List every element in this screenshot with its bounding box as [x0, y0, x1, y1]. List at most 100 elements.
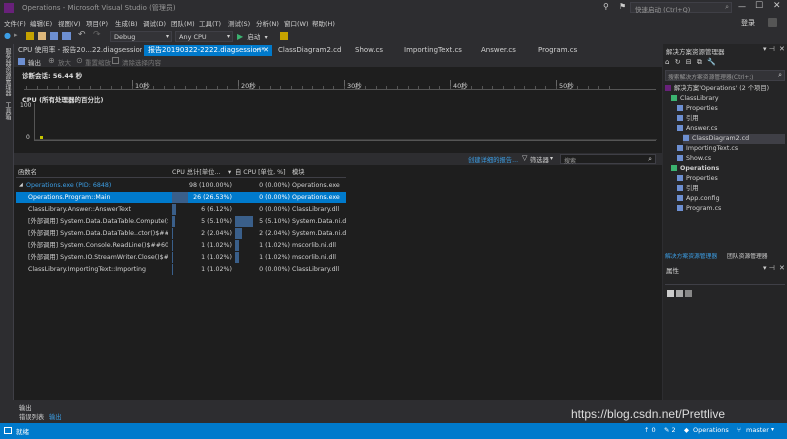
- menu-item[interactable]: 帮助(H): [312, 18, 335, 28]
- menu-item[interactable]: 工具(T): [199, 18, 221, 28]
- reset-zoom-icon[interactable]: ⊙: [76, 56, 83, 65]
- back-icon[interactable]: ●: [4, 31, 11, 40]
- show-all-icon[interactable]: ⧉: [697, 58, 702, 66]
- tab-close-icon[interactable]: ⊣ ✕: [255, 45, 269, 56]
- tree-item[interactable]: ClassLibrary: [671, 94, 785, 104]
- tree-item[interactable]: 引用: [677, 114, 785, 124]
- tree-item[interactable]: Properties: [677, 104, 785, 114]
- table-row[interactable]: ClassLibrary.ImportingText::Importing 1 (…: [16, 264, 346, 275]
- clear-selection-button[interactable]: 清除选择内容: [122, 57, 161, 67]
- undo-icon[interactable]: ↶: [78, 30, 86, 40]
- menu-item[interactable]: 窗口(W): [284, 18, 309, 28]
- save-all-icon[interactable]: [62, 32, 71, 40]
- property-pages-icon[interactable]: [685, 289, 693, 297]
- table-row[interactable]: [外部调用] System.IO.StreamWriter.Close()$#.…: [16, 252, 346, 263]
- timeline-ruler[interactable]: 10秒20秒30秒40秒50秒: [24, 80, 656, 90]
- new-project-icon[interactable]: [26, 32, 34, 40]
- tab-output[interactable]: 输出: [49, 412, 62, 421]
- filter-icon[interactable]: ⚲: [603, 2, 609, 11]
- properties-object-select[interactable]: [665, 276, 785, 285]
- properties-close-icon[interactable]: ✕: [779, 264, 785, 272]
- tab-document[interactable]: CPU 使用率 - 报告20...22.diagsession: [14, 45, 142, 56]
- menu-item[interactable]: 调试(D): [143, 18, 166, 28]
- panel-close-icon[interactable]: ✕: [779, 45, 785, 53]
- tab-error-list[interactable]: 错误列表: [19, 412, 44, 421]
- maximize-button[interactable]: ☐: [755, 1, 763, 11]
- filter-button[interactable]: 筛选器: [530, 155, 549, 164]
- menu-item[interactable]: 生成(B): [115, 18, 138, 28]
- server-explorer-tab[interactable]: 服务器资源管理器: [3, 48, 12, 96]
- pencil-icon[interactable]: ✎ 2: [664, 426, 676, 434]
- redo-icon[interactable]: ↷: [93, 30, 101, 40]
- notification-flag-icon[interactable]: ⚑: [619, 2, 626, 11]
- table-row[interactable]: [外部调用] System.Console.ReadLine()$##600..…: [16, 240, 346, 251]
- tree-item[interactable]: 引用: [677, 184, 785, 194]
- menu-item[interactable]: 分析(N): [256, 18, 279, 28]
- up-arrow-icon[interactable]: ↑ 0: [644, 426, 656, 434]
- minimize-button[interactable]: —: [738, 2, 746, 11]
- refresh-icon[interactable]: ↻: [675, 58, 681, 66]
- tree-item[interactable]: App.config: [677, 194, 785, 204]
- clear-selection-icon[interactable]: [112, 57, 119, 64]
- filter-icon[interactable]: ▽: [522, 154, 527, 162]
- tree-item[interactable]: Properties: [677, 174, 785, 184]
- menu-item[interactable]: 项目(P): [86, 18, 108, 28]
- create-report-link[interactable]: 创建详细的报告...: [468, 155, 518, 164]
- categorized-icon[interactable]: [667, 289, 674, 297]
- menu-item[interactable]: 文件(F): [4, 18, 26, 28]
- status-project[interactable]: Operations: [693, 426, 729, 434]
- table-row[interactable]: ◢ Operations.exe (PID: 6848) 98 (100.00%) 0…: [16, 180, 346, 191]
- config-select[interactable]: Debug ▾: [110, 31, 172, 42]
- repo-icon[interactable]: ◆: [684, 426, 689, 434]
- save-icon[interactable]: [50, 32, 58, 40]
- properties-icon[interactable]: 🔧: [707, 58, 716, 66]
- alphabetical-icon[interactable]: [676, 289, 684, 297]
- reset-zoom-button[interactable]: 重置缩放: [85, 57, 111, 67]
- tab-document[interactable]: Program.cs: [534, 45, 586, 56]
- header-module[interactable]: 模块: [292, 167, 346, 178]
- solution-search-input[interactable]: 搜索解决方案资源管理器(Ctrl+;) ⌕: [665, 70, 785, 81]
- menu-item[interactable]: 视图(V): [58, 18, 81, 28]
- toolbar-extra-icon[interactable]: [280, 32, 288, 40]
- header-cpu-total[interactable]: CPU 总计[单位...: [172, 167, 228, 178]
- tree-item[interactable]: Program.cs: [677, 204, 785, 214]
- user-avatar-icon[interactable]: [768, 18, 777, 27]
- properties-pin-icon[interactable]: ▾ ⊣: [763, 264, 775, 272]
- output-button[interactable]: 输出: [28, 57, 41, 67]
- tree-item[interactable]: ImportingText.cs: [677, 144, 785, 154]
- toolbox-tab[interactable]: 工具箱: [3, 102, 12, 120]
- start-button[interactable]: ▶ 启动 ▾: [237, 31, 268, 42]
- login-link[interactable]: 登录: [741, 18, 755, 28]
- pin-icon[interactable]: ▾ ⊣: [763, 45, 775, 53]
- menu-item[interactable]: 测试(S): [228, 18, 250, 28]
- home-icon[interactable]: ⌂: [665, 58, 669, 66]
- search-input[interactable]: 搜索 ⌕: [560, 154, 656, 165]
- status-branch[interactable]: master: [746, 426, 769, 434]
- tab-team-explorer[interactable]: 团队资源管理器: [727, 251, 768, 260]
- output-icon[interactable]: [18, 58, 25, 65]
- tab-document[interactable]: Show.cs: [351, 45, 398, 56]
- tab-document[interactable]: Answer.cs: [477, 45, 532, 56]
- platform-select[interactable]: Any CPU ▾: [175, 31, 233, 42]
- menu-item[interactable]: 团队(M): [171, 18, 195, 28]
- header-self-cpu[interactable]: 自 CPU [单位, %]: [235, 167, 291, 178]
- close-button[interactable]: ✕: [773, 1, 781, 11]
- tree-item[interactable]: 解决方案'Operations' (2 个项目): [665, 84, 785, 94]
- tab-document[interactable]: ImportingText.cs: [400, 45, 475, 56]
- quick-launch-input[interactable]: 快速启动 (Ctrl+Q) ⌕: [630, 2, 732, 14]
- collapse-icon[interactable]: ⊟: [686, 58, 692, 66]
- header-function[interactable]: 函数名: [18, 167, 168, 178]
- table-row[interactable]: [外部调用] System.Data.DataTable..ctor()$##6…: [16, 228, 346, 239]
- zoom-in-button[interactable]: 放大: [58, 57, 71, 67]
- tab-solution-explorer[interactable]: 解决方案资源管理器: [665, 251, 717, 260]
- tree-item[interactable]: Answer.cs: [677, 124, 785, 134]
- branch-icon[interactable]: ⑂: [737, 426, 741, 434]
- tab-document[interactable]: 报告20190322-2222.diagsession* ⊣ ✕: [144, 45, 272, 56]
- tree-item[interactable]: Show.cs: [677, 154, 785, 164]
- zoom-in-icon[interactable]: ⊕: [48, 56, 55, 65]
- table-row[interactable]: [外部调用] System.Data.DataTable.Compute(S..…: [16, 216, 346, 227]
- table-row[interactable]: Operations.Program::Main 26 (26.53%) 0 (0.…: [16, 192, 346, 203]
- expand-triangle-icon[interactable]: ◢: [19, 180, 23, 191]
- tab-document[interactable]: ClassDiagram2.cd: [274, 45, 349, 56]
- cpu-graph[interactable]: [34, 103, 657, 141]
